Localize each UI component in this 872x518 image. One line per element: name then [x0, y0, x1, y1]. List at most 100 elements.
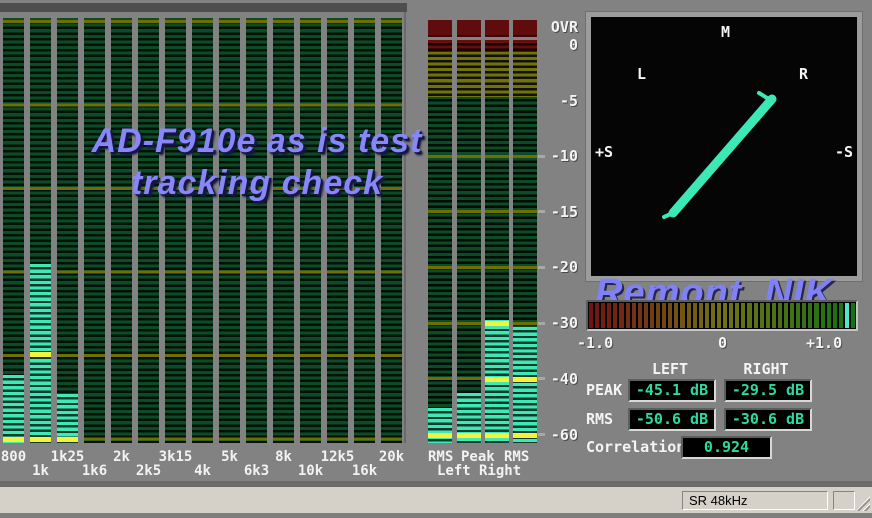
- meter-ref-row: [457, 155, 481, 158]
- correlation-segment: [717, 303, 721, 328]
- rms-right-value: -30.6 dB: [724, 408, 812, 431]
- scale-label--5: -5: [538, 92, 578, 110]
- freq-label-8k: 8k: [275, 449, 292, 465]
- correlation-segment: [735, 303, 739, 328]
- spectrum-bar-lit: [57, 394, 78, 443]
- correlation-segment: [790, 303, 794, 328]
- correlation-segment: [674, 303, 678, 328]
- spectrum-ref-rows: [381, 20, 402, 443]
- spectrum-band-12k5: [327, 18, 348, 443]
- statusbar-samplerate-panel: SR 48kHz: [682, 491, 828, 510]
- meter-ref-row: [457, 266, 481, 269]
- peak-right-value: -29.5 dB: [724, 379, 812, 402]
- resize-grip-icon[interactable]: [856, 496, 870, 511]
- freq-label-1k25: 1k25: [51, 449, 85, 465]
- spectrum-ref-rows: [192, 20, 213, 443]
- correlation-segment: [845, 303, 849, 328]
- correlation-segment: [741, 303, 745, 328]
- meter-scale: OVR0-5-10-15-20-30-40-60: [530, 0, 590, 460]
- meter-peak-mark: [428, 433, 452, 438]
- meter-ovr-rms-left: [428, 20, 452, 37]
- scale-tick: [538, 266, 545, 269]
- scale-tick: [538, 433, 545, 436]
- statusbar-empty-panel: [833, 491, 855, 510]
- correlation-segment: [595, 303, 599, 328]
- spectrum-ref-rows: [138, 20, 159, 443]
- goniometer-panel: M L R +S -S: [586, 12, 862, 281]
- meter-bar-peak-left: [457, 40, 481, 443]
- spectrum-band-2k5: [138, 18, 159, 443]
- correlation-segment: [613, 303, 617, 328]
- correlation-segment: [668, 303, 672, 328]
- correlation-segment: [814, 303, 818, 328]
- meter-ref-row: [457, 377, 481, 380]
- meter-peak-mark: [457, 433, 481, 438]
- rms-row-label: RMS: [586, 410, 613, 428]
- correlation-segment: [650, 303, 654, 328]
- meter-label-right: Right: [479, 463, 521, 479]
- correlation-segment: [723, 303, 727, 328]
- correlation-segment: [687, 303, 691, 328]
- meter-ref-row: [485, 155, 509, 158]
- correlation-segment: [632, 303, 636, 328]
- spectrum-ref-rows: [273, 20, 294, 443]
- spectrum-ref-rows: [354, 20, 375, 443]
- correlation-segment: [729, 303, 733, 328]
- correlation-segment: [851, 303, 855, 328]
- peak-mark: [57, 437, 78, 442]
- freq-label-4k: 4k: [194, 463, 211, 479]
- spectrum-band-1k25: [57, 18, 78, 443]
- correlation-segment: [754, 303, 758, 328]
- spectrum-band-2k: [111, 18, 132, 443]
- correlation-value: 0.924: [681, 436, 772, 459]
- spectrum-band-8k: [273, 18, 294, 443]
- level-meters: RMSPeakRMSLeftRight: [425, 0, 545, 490]
- freq-label-6k3: 6k3: [244, 463, 269, 479]
- corr-min-label: -1.0: [577, 334, 613, 352]
- freq-label-3k15: 3k15: [159, 449, 193, 465]
- correlation-segment: [839, 303, 843, 328]
- correlation-segment: [644, 303, 648, 328]
- correlation-segment: [607, 303, 611, 328]
- freq-label-5k: 5k: [221, 449, 238, 465]
- peak-mark: [30, 352, 51, 357]
- scale-tick: [538, 210, 545, 213]
- meter-bar-peak-right: [485, 40, 509, 443]
- spectrum-ref-rows: [246, 20, 267, 443]
- spectrum-band-3k15: [165, 18, 186, 443]
- freq-label-800: 800: [1, 449, 26, 465]
- meter-ovr-peak-left: [457, 20, 481, 37]
- correlation-segment: [662, 303, 666, 328]
- correlation-segment: [778, 303, 782, 328]
- correlation-segment: [784, 303, 788, 328]
- correlation-segment: [589, 303, 593, 328]
- freq-label-1k6: 1k6: [82, 463, 107, 479]
- freq-label-2k5: 2k5: [136, 463, 161, 479]
- spectrum-ref-rows: [300, 20, 321, 443]
- meter-peak-mark: [485, 377, 509, 382]
- rms-left-value: -50.6 dB: [628, 408, 716, 431]
- correlation-segment: [693, 303, 697, 328]
- spectrum-ref-rows: [219, 20, 240, 443]
- meter-ref-row: [485, 210, 509, 213]
- correlation-segment: [766, 303, 770, 328]
- correlation-segment: [638, 303, 642, 328]
- correlation-segment: [601, 303, 605, 328]
- peak-mark: [30, 437, 51, 442]
- correlation-segment: [680, 303, 684, 328]
- goniometer-trace: [591, 17, 857, 276]
- correlation-segment: [626, 303, 630, 328]
- correlation-segment: [772, 303, 776, 328]
- correlation-meter: [586, 300, 858, 331]
- spectrum-band-4k: [192, 18, 213, 443]
- meter-ref-row: [428, 266, 452, 269]
- audio-analyzer-window: 8001k1k251k62k2k53k154k5k6k38k10k12k516k…: [0, 0, 872, 518]
- correlation-segment: [760, 303, 764, 328]
- spectrum-ref-rows: [111, 20, 132, 443]
- meter-ref-row: [457, 322, 481, 325]
- meter-ref-row: [428, 210, 452, 213]
- correlation-segment: [802, 303, 806, 328]
- meter-bar-rms-left: [428, 40, 452, 443]
- statusbar: SR 48kHz: [0, 487, 872, 518]
- freq-label-12k5: 12k5: [321, 449, 355, 465]
